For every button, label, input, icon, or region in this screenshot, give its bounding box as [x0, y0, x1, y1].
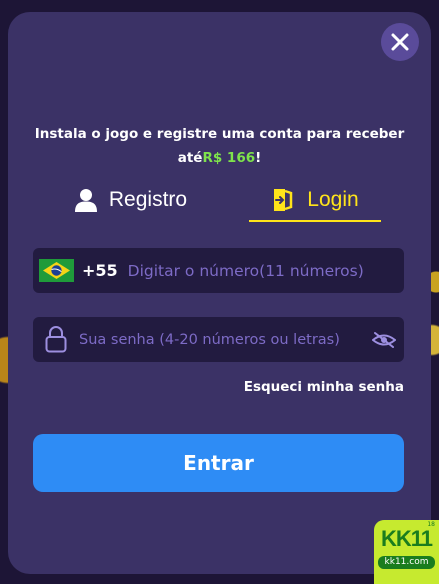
close-icon	[391, 33, 409, 51]
brazil-flag-icon	[39, 259, 74, 282]
eye-off-icon[interactable]	[372, 331, 396, 349]
login-door-icon	[271, 187, 295, 213]
intro-text-end: !	[255, 150, 262, 166]
login-modal: Instala o jogo e registre uma conta para…	[8, 12, 431, 574]
password-field	[33, 317, 404, 362]
password-input[interactable]	[79, 331, 366, 348]
bonus-amount: R$ 166	[202, 150, 256, 166]
login-button[interactable]: Entrar	[33, 434, 404, 492]
country-code: +55	[82, 261, 118, 280]
forgot-password-link[interactable]: Esqueci minha senha	[244, 379, 404, 395]
lock-icon	[45, 326, 67, 353]
tab-registro[interactable]: Registro	[56, 180, 206, 220]
logo-mark: KK11	[380, 526, 433, 551]
logo-domain: kk11.com	[378, 556, 435, 569]
user-icon	[74, 188, 97, 212]
tab-registro-label: Registro	[108, 188, 188, 211]
intro-text: Instala o jogo e registre uma conta para…	[28, 122, 411, 170]
age-badge: 18	[427, 521, 435, 528]
kk11-logo[interactable]: 18 KK11 kk11.com	[374, 520, 439, 584]
tab-login-label: Login	[307, 188, 359, 211]
phone-field: +55	[33, 248, 404, 293]
phone-input[interactable]	[127, 261, 404, 280]
close-button[interactable]	[381, 23, 419, 61]
tab-login[interactable]: Login	[249, 180, 381, 222]
